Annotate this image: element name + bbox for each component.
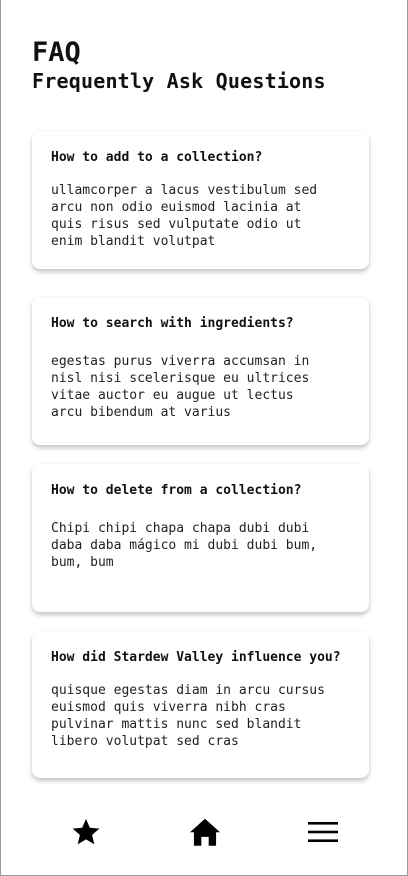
faq-answer: Chipi chipi chapa chapa dubi dubi daba d… [51, 520, 350, 571]
star-icon [72, 819, 100, 845]
nav-favorites-button[interactable] [66, 812, 106, 852]
faq-answer-line: egestas purus viverra accumsan in [51, 354, 310, 369]
faq-answer-line: pulvinar mattis nunc sed blandit [51, 717, 302, 732]
faq-question: How to delete from a collection? [51, 483, 302, 498]
faq-card[interactable]: How to delete from a collection? Chipi c… [32, 464, 369, 612]
faq-answer-line: enim blandit volutpat [51, 234, 216, 249]
faq-answer-line: ullamcorper a lacus vestibulum sed [51, 183, 318, 198]
faq-answer-line: libero volutpat sed cras [51, 734, 239, 749]
faq-answer: quisque egestas diam in arcu cursus euis… [51, 682, 350, 750]
nav-home-button[interactable] [185, 812, 225, 852]
faq-card[interactable]: How did Stardew Valley influence you? qu… [32, 631, 369, 778]
faq-answer-line: vitae auctor eu augue ut lectus [51, 388, 294, 403]
bottom-nav [1, 812, 407, 860]
faq-screen: FAQ Frequently Ask Questions How to add … [0, 0, 408, 876]
faq-answer: egestas purus viverra accumsan in nisl n… [51, 353, 350, 421]
faq-answer-line: arcu non odio euismod lacinia at [51, 200, 302, 215]
page-header: FAQ Frequently Ask Questions [32, 36, 326, 94]
faq-card[interactable]: How to search with ingredients? egestas … [32, 297, 369, 445]
faq-card[interactable]: How to add to a collection? ullamcorper … [32, 131, 369, 269]
faq-answer-line: nisl nisi scelerisque eu ultrices [51, 371, 310, 386]
faq-answer-line: Chipi chipi chapa chapa dubi dubi [51, 521, 310, 536]
nav-menu-button[interactable] [303, 812, 343, 852]
faq-answer: ullamcorper a lacus vestibulum sed arcu … [51, 182, 350, 250]
menu-icon [308, 822, 338, 842]
faq-answer-line: quisque egestas diam in arcu cursus [51, 683, 325, 698]
faq-question: How did Stardew Valley influence you? [51, 650, 341, 665]
faq-answer-line: euismod quis viverra nibh cras [51, 700, 286, 715]
home-icon [189, 818, 221, 846]
faq-question: How to add to a collection? [51, 150, 263, 165]
faq-answer-line: quis risus sed vulputate odio ut [51, 217, 302, 232]
faq-answer-line: daba daba mágico mi dubi dubi bum, [51, 538, 318, 553]
page-subtitle: Frequently Ask Questions [32, 69, 326, 93]
faq-answer-line: arcu bibendum at varius [51, 405, 232, 420]
faq-answer-line: bum, bum [51, 555, 114, 570]
faq-question: How to search with ingredients? [51, 316, 294, 331]
page-title: FAQ [32, 37, 81, 68]
